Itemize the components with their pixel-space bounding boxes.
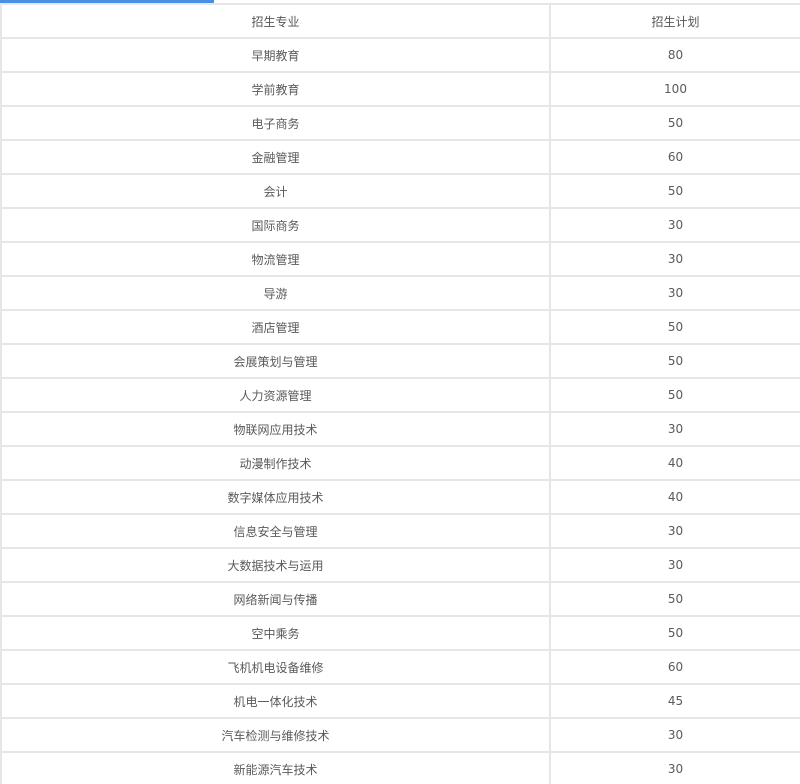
plan-cell: 50 [549, 309, 800, 345]
plan-cell: 30 [549, 547, 800, 583]
table-row: 动漫制作技术 40 [0, 445, 800, 481]
header-major: 招生专业 [0, 3, 551, 39]
table-row: 酒店管理 50 [0, 309, 800, 345]
major-cell: 导游 [0, 275, 551, 311]
enrollment-table: 招生专业 招生计划 早期教育 80 学前教育 100 电子商务 50 金融管理 60 会计 50 国… [0, 3, 800, 784]
plan-cell: 50 [549, 615, 800, 651]
table-row: 学前教育 100 [0, 71, 800, 107]
major-cell: 会展策划与管理 [0, 343, 551, 379]
table-row: 信息安全与管理 30 [0, 513, 800, 549]
plan-cell: 30 [549, 275, 800, 311]
plan-cell: 30 [549, 207, 800, 243]
plan-cell: 50 [549, 343, 800, 379]
plan-cell: 80 [549, 37, 800, 73]
table-row: 物联网应用技术 30 [0, 411, 800, 447]
major-cell: 酒店管理 [0, 309, 551, 345]
plan-cell: 40 [549, 445, 800, 481]
table-row: 数字媒体应用技术 40 [0, 479, 800, 515]
plan-cell: 30 [549, 241, 800, 277]
page: 招生专业 招生计划 早期教育 80 学前教育 100 电子商务 50 金融管理 60 会计 50 国… [0, 0, 800, 784]
table-row: 导游 30 [0, 275, 800, 311]
table-row: 早期教育 80 [0, 37, 800, 73]
major-cell: 机电一体化技术 [0, 683, 551, 719]
plan-cell: 45 [549, 683, 800, 719]
plan-cell: 100 [549, 71, 800, 107]
table-row: 金融管理 60 [0, 139, 800, 175]
table-row: 人力资源管理 50 [0, 377, 800, 413]
plan-cell: 50 [549, 173, 800, 209]
plan-cell: 40 [549, 479, 800, 515]
table-row: 会展策划与管理 50 [0, 343, 800, 379]
major-cell: 新能源汽车技术 [0, 751, 551, 784]
table-row: 会计 50 [0, 173, 800, 209]
major-cell: 电子商务 [0, 105, 551, 141]
major-cell: 早期教育 [0, 37, 551, 73]
major-cell: 网络新闻与传播 [0, 581, 551, 617]
major-cell: 动漫制作技术 [0, 445, 551, 481]
major-cell: 学前教育 [0, 71, 551, 107]
major-cell: 大数据技术与运用 [0, 547, 551, 583]
table-body: 早期教育 80 学前教育 100 电子商务 50 金融管理 60 会计 50 国际商务 30 物流管理 3… [0, 37, 800, 784]
plan-cell: 30 [549, 411, 800, 447]
major-cell: 国际商务 [0, 207, 551, 243]
plan-cell: 30 [549, 513, 800, 549]
major-cell: 数字媒体应用技术 [0, 479, 551, 515]
major-cell: 飞机机电设备维修 [0, 649, 551, 685]
major-cell: 物联网应用技术 [0, 411, 551, 447]
plan-cell: 50 [549, 581, 800, 617]
table-row: 物流管理 30 [0, 241, 800, 277]
table-row: 国际商务 30 [0, 207, 800, 243]
plan-cell: 60 [549, 649, 800, 685]
major-cell: 金融管理 [0, 139, 551, 175]
major-cell: 空中乘务 [0, 615, 551, 651]
table-row: 网络新闻与传播 50 [0, 581, 800, 617]
table-row: 飞机机电设备维修 60 [0, 649, 800, 685]
table-row: 汽车检测与维修技术 30 [0, 717, 800, 753]
major-cell: 会计 [0, 173, 551, 209]
table-row: 电子商务 50 [0, 105, 800, 141]
plan-cell: 50 [549, 377, 800, 413]
table-row: 新能源汽车技术 30 [0, 751, 800, 784]
table-header-row: 招生专业 招生计划 [0, 3, 800, 39]
major-cell: 信息安全与管理 [0, 513, 551, 549]
header-plan: 招生计划 [549, 3, 800, 39]
major-cell: 人力资源管理 [0, 377, 551, 413]
table-row: 机电一体化技术 45 [0, 683, 800, 719]
table-row: 空中乘务 50 [0, 615, 800, 651]
plan-cell: 30 [549, 717, 800, 753]
table-row: 大数据技术与运用 30 [0, 547, 800, 583]
major-cell: 物流管理 [0, 241, 551, 277]
plan-cell: 60 [549, 139, 800, 175]
major-cell: 汽车检测与维修技术 [0, 717, 551, 753]
plan-cell: 50 [549, 105, 800, 141]
plan-cell: 30 [549, 751, 800, 784]
